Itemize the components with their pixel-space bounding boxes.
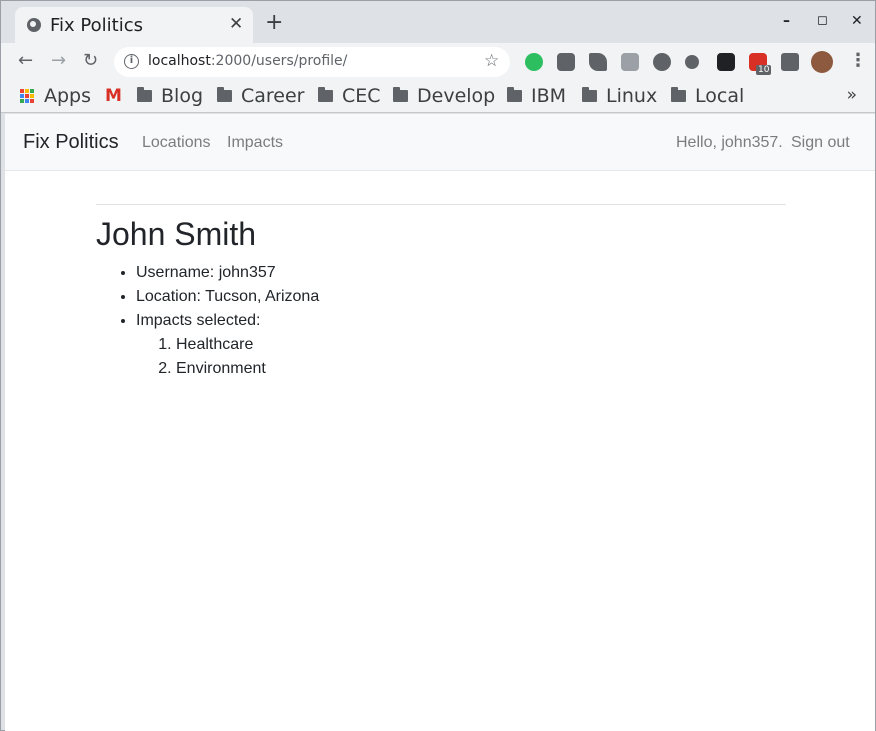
folder-icon <box>217 87 232 102</box>
globe-icon <box>27 18 41 32</box>
more-bookmarks-icon[interactable]: » <box>847 85 857 105</box>
tab-strip: Fix Politics ✕ + – ◻ ✕ <box>1 1 875 43</box>
site-navbar: Fix Politics Locations Impacts Hello, jo… <box>5 114 875 171</box>
folder-icon <box>507 87 522 102</box>
puzzle-icon[interactable] <box>781 53 799 71</box>
folder-icon <box>393 87 408 102</box>
bookmark-folder-local[interactable]: Local <box>671 83 744 109</box>
impacts-list: Healthcare Environment <box>136 333 786 381</box>
bookmark-folder-cec[interactable]: CEC <box>318 83 381 109</box>
folder-icon <box>582 87 597 102</box>
lightbulb-extension-icon[interactable] <box>557 53 575 71</box>
site-brand[interactable]: Fix Politics <box>23 131 119 154</box>
evernote-icon[interactable] <box>525 53 543 71</box>
gmail-icon[interactable]: M <box>105 83 122 109</box>
tab-close-icon[interactable]: ✕ <box>229 14 243 34</box>
bookmark-folder-career[interactable]: Career <box>217 83 305 109</box>
bookmark-apps[interactable]: Apps <box>20 83 91 109</box>
profile-details: Username: john357 Location: Tucson, Ariz… <box>96 261 786 381</box>
address-bar[interactable]: i localhost:2000/users/profile/ ☆ <box>114 47 510 77</box>
impacts-label: Impacts selected: <box>136 312 261 329</box>
profile-name: John Smith <box>96 216 257 252</box>
profile-content: John Smith Username: john357 Location: T… <box>96 204 786 381</box>
impacts-item: Impacts selected: Healthcare Environment <box>136 309 786 381</box>
browser-window: Fix Politics ✕ + – ◻ ✕ ← → ↻ i localhost… <box>0 0 876 731</box>
camera-icon[interactable] <box>621 53 639 71</box>
list-item: Healthcare <box>176 333 786 357</box>
close-window-button[interactable]: ✕ <box>851 13 863 29</box>
tab-title: Fix Politics <box>50 15 143 36</box>
bookmark-folder-ibm[interactable]: IBM <box>507 83 566 109</box>
url-text[interactable]: localhost:2000/users/profile/ <box>148 53 347 69</box>
folder-icon <box>318 87 333 102</box>
sign-out-link[interactable]: Sign out <box>791 134 850 152</box>
bookmark-folder-develop[interactable]: Develop <box>393 83 495 109</box>
info-icon[interactable]: i <box>124 54 139 69</box>
location-item: Location: Tucson, Arizona <box>136 285 786 309</box>
owl-icon[interactable] <box>717 53 735 71</box>
bookmark-folder-blog[interactable]: Blog <box>137 83 203 109</box>
folder-icon <box>671 87 686 102</box>
nav-link-impacts[interactable]: Impacts <box>227 134 283 152</box>
apps-grid-icon <box>20 89 34 103</box>
bookmarks-bar: Apps M Blog Career CEC Develop IBM Linux… <box>1 81 875 113</box>
new-tab-button[interactable]: + <box>265 12 283 34</box>
divider <box>96 204 786 205</box>
avatar[interactable] <box>811 51 833 73</box>
bookmark-star-icon[interactable]: ☆ <box>484 51 499 71</box>
menu-icon[interactable]: ⋮ <box>849 51 867 71</box>
back-button[interactable]: ← <box>18 51 33 71</box>
search-extension-icon[interactable] <box>653 53 671 71</box>
circle-extension-icon[interactable] <box>685 55 699 69</box>
list-item: Environment <box>176 357 786 381</box>
browser-tab[interactable]: Fix Politics ✕ <box>15 7 253 43</box>
web-page: Fix Politics Locations Impacts Hello, jo… <box>5 114 875 731</box>
username-item: Username: john357 <box>136 261 786 285</box>
reload-button[interactable]: ↻ <box>83 51 98 71</box>
folder-icon <box>137 87 152 102</box>
rocket-icon[interactable] <box>589 53 607 71</box>
browser-toolbar: ← → ↻ i localhost:2000/users/profile/ ☆ … <box>1 43 875 81</box>
maximize-button[interactable]: ◻ <box>817 13 828 28</box>
bookmark-folder-linux[interactable]: Linux <box>582 83 657 109</box>
user-greeting: Hello, john357. <box>676 134 783 151</box>
forward-button[interactable]: → <box>51 51 66 71</box>
extension-badge: 10 <box>756 65 772 75</box>
nav-link-locations[interactable]: Locations <box>142 134 211 152</box>
minimize-button[interactable]: – <box>783 13 790 29</box>
